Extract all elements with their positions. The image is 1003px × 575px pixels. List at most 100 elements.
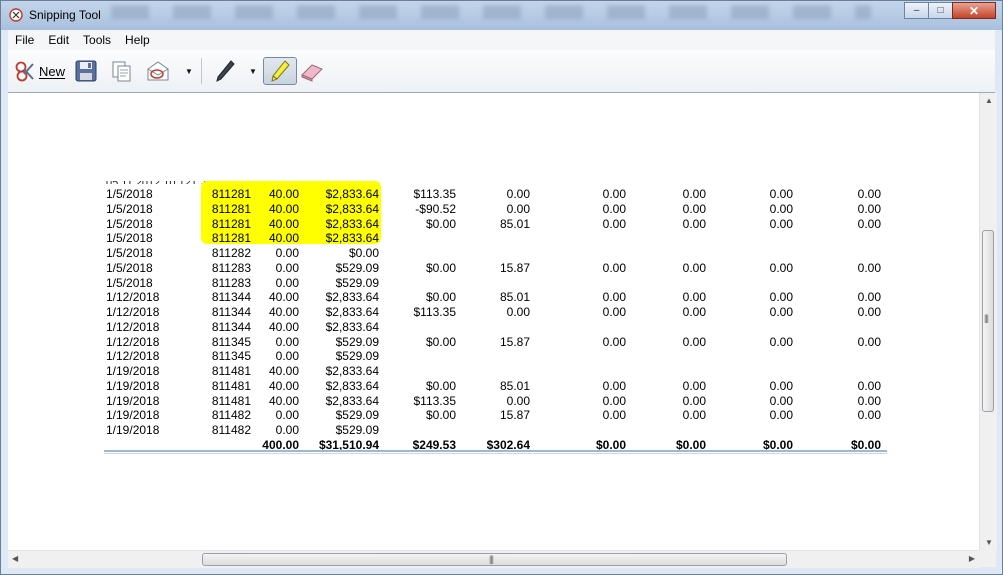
toolbar: New ▼ ▼ [8, 50, 995, 93]
new-snip-button[interactable]: New [12, 57, 68, 85]
cell-amount: $2,833.64 [325, 305, 379, 319]
horizontal-scrollbar[interactable]: ◀ ||| ▶ [8, 550, 979, 568]
app-scissors-icon [9, 8, 23, 22]
table-row: 1/5/2018 811281 40.00 $2,833.64 $113.35 0.00 0… [106, 187, 891, 202]
table-row: 1/12/2018 811344 40.00 $2,833.64 $113.35 0.00… [106, 305, 891, 320]
cell-col-c: 0.00 [602, 260, 626, 275]
menu-help[interactable]: Help [118, 33, 157, 47]
toolbar-separator [201, 58, 202, 84]
cell-col-b: 0.00 [506, 187, 530, 201]
scroll-left-arrow-icon[interactable]: ◀ [12, 554, 18, 563]
chevron-down-icon: ▼ [249, 66, 257, 76]
cell-id: 811281 [211, 231, 251, 246]
cell-qty: 0.00 [275, 260, 299, 275]
table-row: 1/5/2018 811283 0.00 $529.09 [106, 276, 891, 291]
cell-qty: 40.00 [268, 231, 299, 246]
table-row: 1/5/2018 811281 40.00 $2,833.64 -$90.52 0.00 0… [106, 202, 891, 217]
send-snip-button[interactable] [144, 57, 172, 85]
maximize-button[interactable]: □ [928, 2, 953, 19]
pen-button[interactable] [210, 57, 240, 85]
vertical-scroll-thumb[interactable]: ||| [982, 230, 994, 412]
cell-id: 811344 [211, 319, 251, 334]
pen-icon [216, 60, 235, 82]
cell-date: 1/5/2018 [106, 231, 153, 246]
cell-qty: 40.00 [268, 393, 299, 408]
minimize-button[interactable]: – [904, 2, 929, 19]
cell-id: 811481 [211, 378, 251, 393]
cell-col-a: $0.00 [425, 260, 456, 275]
cell-col-a: -$90.52 [415, 201, 456, 216]
cell-col-e: 0.00 [769, 201, 793, 216]
cell-col-c: 0.00 [602, 187, 626, 201]
grip-icon: ||| [489, 554, 494, 564]
menu-edit[interactable]: Edit [41, 33, 76, 47]
vertical-scrollbar[interactable]: ▲ ||| ▼ [979, 93, 997, 550]
cell-col-f: 0.00 [857, 408, 881, 423]
cell-amount: $2,833.64 [325, 319, 379, 334]
total-underline-light [104, 453, 887, 454]
cell-date: 1/12/2018 [106, 290, 160, 305]
pen-dropdown[interactable]: ▼ [246, 57, 260, 85]
menu-file[interactable]: File [8, 33, 41, 47]
cell-date: 1/12/2018 [106, 349, 160, 364]
cell-col-e: 0.00 [769, 408, 793, 423]
cell-id: 811482 [211, 423, 251, 437]
cell-col-f: 0.00 [857, 334, 881, 349]
cell-date: 1/5/2018 [106, 260, 153, 275]
cell-amount: $2,833.64 [325, 231, 379, 246]
cell-date: 1/5/2018 [106, 275, 153, 290]
table-row: 1/12/2018 811345 0.00 $529.09 [106, 349, 891, 364]
table-row: 1/5/2018 811281 40.00 $2,833.64 [106, 231, 891, 246]
cell-amount: $2,833.64 [325, 201, 379, 216]
cell-col-c: 0.00 [602, 305, 626, 319]
close-button[interactable]: ✕ [952, 2, 996, 19]
cell-col-b: 0.00 [506, 305, 530, 319]
cell-date: 1/12/2018 [106, 319, 160, 334]
cell-amount: $529.09 [335, 349, 379, 364]
cell-col-e: 0.00 [769, 216, 793, 231]
highlighter-button[interactable] [263, 57, 297, 85]
cell-col-f: 0.00 [857, 290, 881, 305]
cell-qty: 40.00 [268, 290, 299, 305]
cell-col-f: 0.00 [857, 393, 881, 408]
cell-amount: $2,833.64 [325, 364, 379, 378]
cell-col-f: 0.00 [857, 201, 881, 216]
cell-qty: 0.00 [275, 334, 299, 349]
cell-col-e: 0.00 [769, 290, 793, 305]
eraser-button[interactable] [297, 57, 327, 85]
cell-col-a: $0.00 [425, 334, 456, 349]
title-bar[interactable]: Snipping Tool – □ ✕ [1, 1, 1002, 30]
table-row: 1/12/2018 811345 0.00 $529.09 $0.00 15.87 0.00… [106, 335, 891, 350]
cell-col-b: 15.87 [499, 260, 530, 275]
snip-canvas[interactable]: 05 11 2012 10 121 2025 00 1/5/2018811281… [8, 93, 979, 550]
menu-tools[interactable]: Tools [76, 33, 118, 47]
cell-col-a: $0.00 [425, 290, 456, 305]
table-row: 1/19/2018 811481 40.00 $2,833.64 [106, 364, 891, 379]
horizontal-scroll-thumb[interactable]: ||| [202, 553, 787, 566]
save-snip-button[interactable] [72, 57, 100, 85]
cell-amount: $2,833.64 [325, 393, 379, 408]
copy-icon [112, 61, 131, 82]
cell-col-b: 0.00 [506, 393, 530, 408]
cell-col-f: 0.00 [857, 378, 881, 393]
cell-col-f: 0.00 [857, 260, 881, 275]
copy-button[interactable] [108, 57, 136, 85]
cell-qty: 0.00 [275, 246, 299, 260]
cell-col-c: 0.00 [602, 334, 626, 349]
cell-date: 1/19/2018 [106, 364, 160, 378]
cell-id: 811481 [211, 364, 251, 378]
send-snip-dropdown[interactable]: ▼ [182, 57, 196, 85]
cell-col-e: 0.00 [769, 334, 793, 349]
scroll-right-arrow-icon[interactable]: ▶ [969, 554, 975, 563]
cell-qty: 0.00 [275, 349, 299, 364]
cell-col-e: 0.00 [769, 393, 793, 408]
cell-col-d: 0.00 [682, 378, 706, 393]
cell-qty: 0.00 [275, 408, 299, 423]
cell-col-c: 0.00 [602, 378, 626, 393]
scrollbar-corner [979, 550, 996, 567]
cell-col-c: 0.00 [602, 216, 626, 231]
scroll-down-arrow-icon[interactable]: ▼ [985, 538, 993, 547]
cell-date: 1/5/2018 [106, 187, 153, 201]
scroll-up-arrow-icon[interactable]: ▲ [985, 96, 993, 105]
cell-amount: $529.09 [335, 408, 379, 423]
